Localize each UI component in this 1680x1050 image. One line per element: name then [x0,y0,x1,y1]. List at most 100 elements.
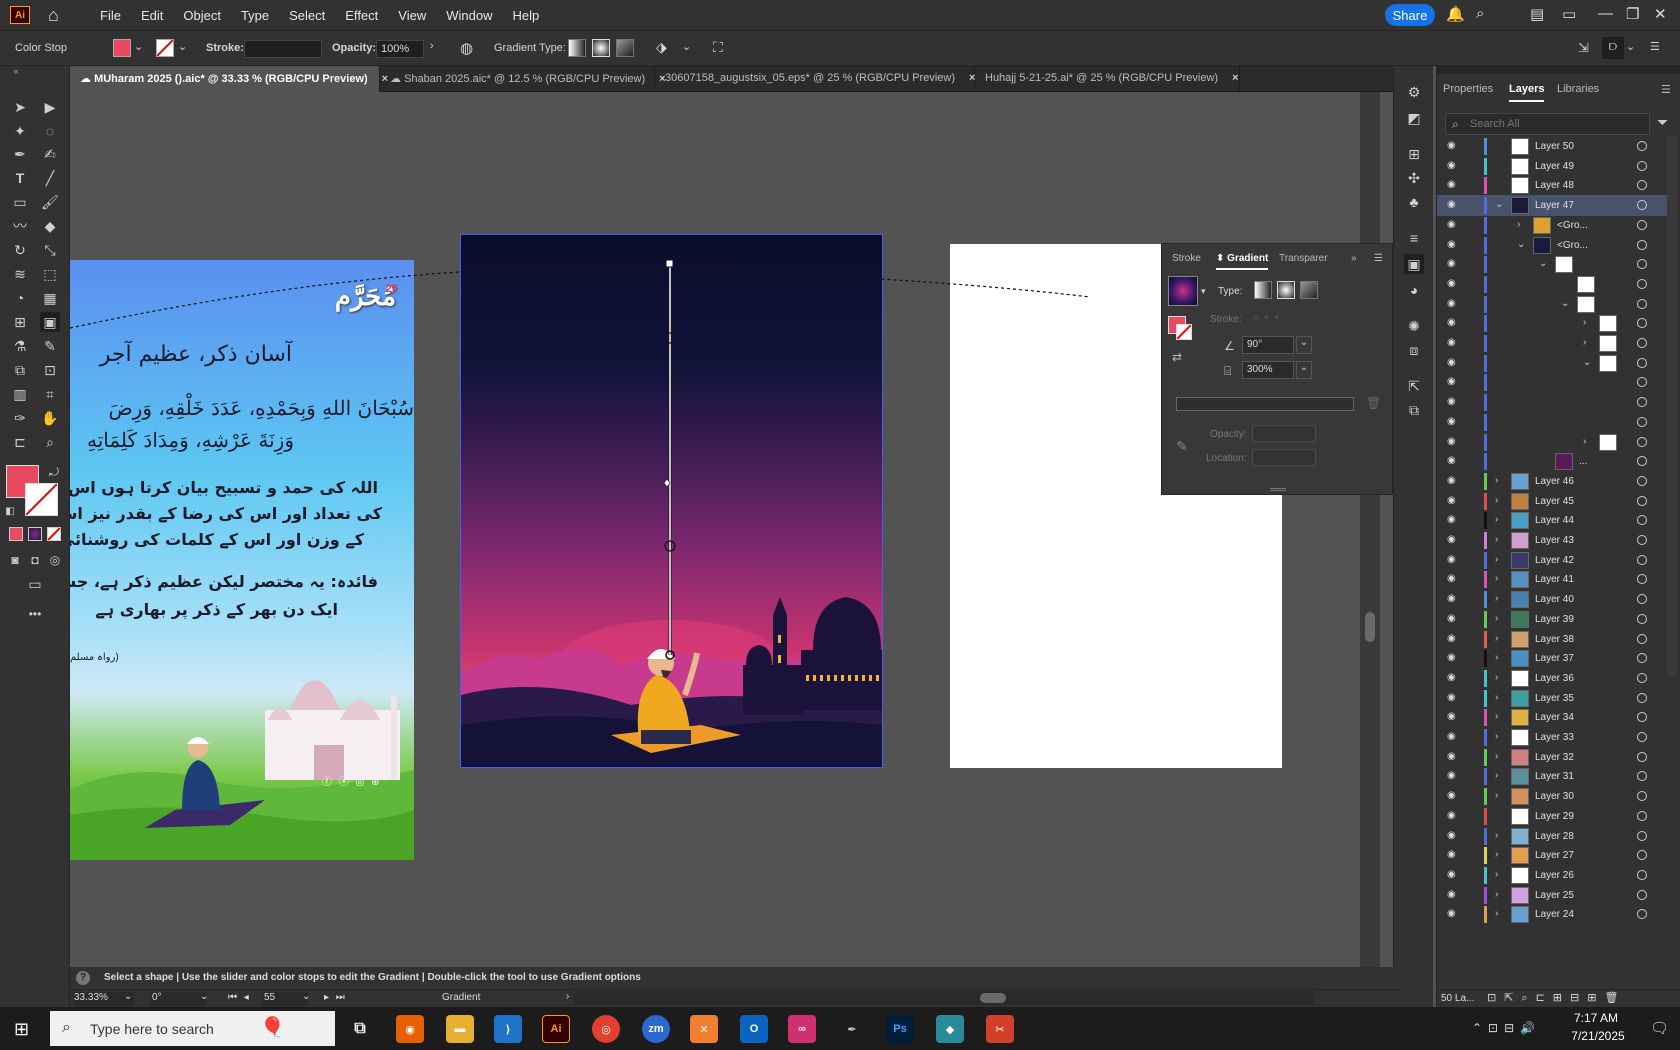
symbol-sprayer-tool-icon[interactable]: ⊡ [40,360,60,380]
visibility-eye-icon[interactable]: ◉ [1447,613,1459,625]
paintbrush-tool-icon[interactable]: 🖌 [40,192,60,212]
target-circle-icon[interactable] [1637,160,1647,171]
chevron-right-icon[interactable]: › [1495,672,1498,683]
canvas[interactable]: مُحَرَّم 25 آسان ذکر، عظیم آجر سُبْحَانَ… [70,92,1380,977]
pen-tool-icon[interactable]: ✒ [10,144,30,164]
chevron-down-icon[interactable]: ⌄ [682,40,691,53]
layer-row[interactable]: ◉ [1437,412,1667,433]
help-icon[interactable]: ? [76,971,90,985]
layer-row[interactable]: ◉ › Layer 36 [1437,668,1667,689]
layer-row[interactable]: ◉ › Layer 43 [1437,530,1667,551]
target-circle-icon[interactable] [1637,298,1647,309]
target-circle-icon[interactable] [1637,141,1647,151]
firefox-icon[interactable]: ◉ [396,1015,424,1043]
shaper-tool-icon[interactable]: 〰 [10,216,30,236]
visibility-eye-icon[interactable]: ◉ [1447,278,1459,290]
layer-row[interactable]: ◉ › Layer 32 [1437,747,1667,768]
clock-date[interactable]: 7/21/2025 [1566,1029,1630,1043]
visibility-eye-icon[interactable]: ◉ [1447,258,1459,270]
target-circle-icon[interactable] [1637,456,1647,467]
aspect-ratio-field[interactable]: 300% [1242,361,1294,379]
radial-type-button[interactable] [1277,281,1295,299]
collapse-icon[interactable]: « [6,66,26,76]
tab-layers[interactable]: Layers [1509,83,1545,102]
visibility-eye-icon[interactable]: ◉ [1447,869,1459,881]
chevron-right-icon[interactable]: › [1495,751,1498,762]
target-circle-icon[interactable] [1637,416,1647,427]
visibility-eye-icon[interactable]: ◉ [1447,908,1459,920]
creative-cloud-icon[interactable]: ∞ [788,1015,816,1043]
shape-builder-tool-icon[interactable]: ◔ [10,288,30,308]
layer-row[interactable]: ◉ › Layer 42 [1437,550,1667,571]
visibility-eye-icon[interactable]: ◉ [1447,731,1459,743]
visibility-eye-icon[interactable]: ◉ [1447,751,1459,763]
layer-row[interactable]: ◉ › Layer 35 [1437,688,1667,709]
layer-footer-buttons[interactable]: ⊡⇱⌕⊏⊞⊟⊞🗑 [1487,991,1626,1005]
filter-icon[interactable]: ⏷ [1657,114,1668,131]
chevron-right-icon[interactable]: › [1495,869,1498,880]
layer-row[interactable]: ◉ › Layer 25 [1437,885,1667,906]
layers-scrollbar[interactable] [1667,136,1677,676]
tab-libraries[interactable]: Libraries [1557,83,1599,95]
layer-row[interactable]: ◉ › Layer 30 [1437,786,1667,807]
visibility-eye-icon[interactable]: ◉ [1447,810,1459,822]
eyedropper-icon[interactable]: ✎ [1176,438,1188,455]
chevron-right-icon[interactable]: › [1495,731,1498,742]
free-transform-tool-icon[interactable]: ⬚ [40,264,60,284]
chevron-right-icon[interactable]: › [1583,436,1586,447]
target-circle-icon[interactable] [1637,771,1647,782]
appearance-icon[interactable]: ⚙ [1404,82,1424,102]
tab-transparency[interactable]: Transparer [1279,253,1328,264]
layer-row[interactable]: ◉ › Layer 28 [1437,826,1667,847]
chevron-right-icon[interactable]: › [430,40,434,52]
chevron-right-icon[interactable]: › [1583,337,1586,348]
app-gem-icon[interactable]: ◆ [936,1015,964,1043]
target-circle-icon[interactable] [1637,397,1647,408]
menu-view[interactable]: View [398,8,426,23]
layer-row[interactable]: ◉ ⌄ Layer 47 [1437,195,1667,217]
visibility-eye-icon[interactable]: ◉ [1447,672,1459,684]
chevron-right-icon[interactable]: › [566,991,569,1002]
artboard-nav-prev[interactable]: ⏮ ◂ [228,992,251,1003]
chevron-right-icon[interactable]: › [1495,573,1498,584]
visibility-eye-icon[interactable]: ◉ [1447,219,1459,231]
visibility-eye-icon[interactable]: ◉ [1447,495,1459,507]
share-button[interactable]: Share [1385,4,1435,26]
target-circle-icon[interactable] [1637,810,1647,821]
horizontal-scrollbar[interactable] [574,991,1314,1005]
photoshop-icon[interactable]: Ps [886,1015,914,1043]
zoom-tool-icon[interactable]: ⌕ [40,432,60,452]
file-explorer-icon[interactable]: ▬ [446,1015,474,1043]
angle-field[interactable]: 90° [1242,336,1294,354]
visibility-eye-icon[interactable]: ◉ [1447,357,1459,369]
tab-properties[interactable]: Properties [1443,83,1493,95]
layer-row[interactable]: ◉ ⌄ [1437,294,1667,315]
target-circle-icon[interactable] [1637,535,1647,545]
menu-icon[interactable]: ☰ [1650,40,1660,53]
chevron-down-icon[interactable]: ⌄ [1626,40,1635,53]
chrome-icon[interactable]: ◎ [592,1015,620,1043]
gradient-panel-icon[interactable]: ▣ [1404,254,1424,274]
gradient-tool-icon[interactable]: ▣ [40,312,60,332]
chevron-down-icon[interactable]: ⌄ [1296,336,1312,354]
target-circle-icon[interactable] [1637,259,1647,270]
target-circle-icon[interactable] [1637,318,1647,329]
target-circle-icon[interactable] [1637,613,1647,624]
artboard-nav-next[interactable]: ▸ ⏭ [324,992,347,1003]
chevron-right-icon[interactable]: › [1495,830,1498,841]
search-icon[interactable]: ⌕ [1476,5,1484,22]
curvature-tool-icon[interactable]: ✍ [40,144,60,164]
gradient-preview[interactable] [1168,276,1198,306]
chevron-right-icon[interactable]: › [1495,475,1498,486]
visibility-eye-icon[interactable]: ◉ [1447,711,1459,723]
image-trace-icon[interactable]: ◩ [1404,108,1424,128]
menu-help[interactable]: Help [512,8,539,23]
chevron-down-icon[interactable]: ⌄ [1517,239,1525,250]
gradient-annotator[interactable] [70,92,1380,977]
target-circle-icon[interactable] [1637,791,1647,802]
chevron-right-icon[interactable]: › [1495,495,1498,506]
linear-type-button[interactable] [1254,281,1272,299]
tab-huhajj[interactable]: Huhajj 5-21-25.ai* @ 25 % (RGB/CPU Previ… [975,66,1240,92]
layer-row[interactable]: ◉ › Layer 37 [1437,648,1667,669]
target-circle-icon[interactable] [1637,436,1647,447]
